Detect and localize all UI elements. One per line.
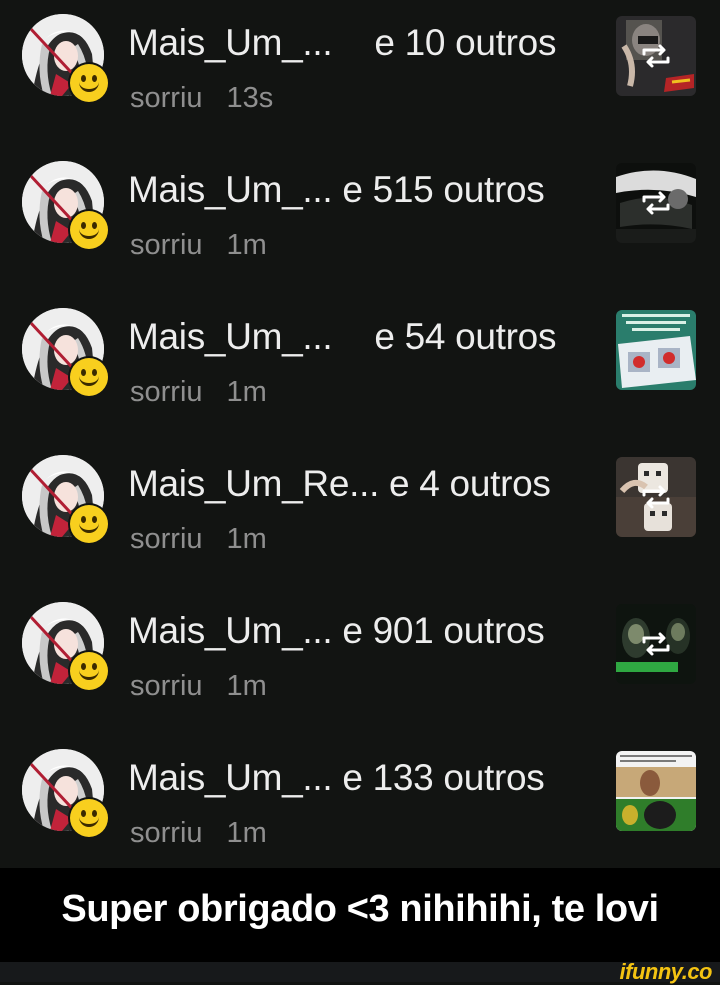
smile-emoji-icon bbox=[70, 652, 108, 690]
notification-meta: sorriu 1m bbox=[130, 670, 267, 703]
notification-meta: sorriu 1m bbox=[130, 376, 267, 409]
timestamp: 1m bbox=[226, 817, 267, 849]
repost-icon bbox=[642, 632, 670, 656]
notification-row[interactable]: Mais_Um_... e 133 outros sorriu 1m bbox=[0, 735, 720, 881]
others-count[interactable]: e 133 outros bbox=[342, 757, 544, 798]
notification-row[interactable]: Mais_Um_... e 10 outros sorriu 13s bbox=[0, 0, 720, 146]
notification-row[interactable]: Mais_Um_... e 515 outros sorriu 1m bbox=[0, 147, 720, 293]
user-name[interactable]: Mais_Um_... bbox=[128, 757, 333, 798]
timestamp: 1m bbox=[226, 376, 267, 408]
notification-row[interactable]: Mais_Um_... e 901 outros sorriu 1m bbox=[0, 588, 720, 734]
post-thumbnail[interactable] bbox=[616, 751, 696, 831]
user-name[interactable]: Mais_Um_... bbox=[128, 169, 333, 210]
timestamp: 1m bbox=[226, 670, 267, 702]
action-label: sorriu bbox=[130, 670, 203, 702]
action-label: sorriu bbox=[130, 82, 203, 114]
notification-headline: Mais_Um_... e 54 outros bbox=[128, 316, 598, 358]
notification-meta: sorriu 1m bbox=[130, 523, 267, 556]
notification-headline: Mais_Um_... e 901 outros bbox=[128, 610, 598, 652]
others-count[interactable]: e 10 outros bbox=[374, 22, 556, 63]
notification-headline: Mais_Um_... e 515 outros bbox=[128, 169, 598, 211]
others-count[interactable]: e 4 outros bbox=[389, 463, 551, 504]
notification-headline: Mais_Um_Re... e 4 outros bbox=[128, 463, 598, 505]
notification-meta: sorriu 1m bbox=[130, 229, 267, 262]
post-thumbnail[interactable] bbox=[616, 310, 696, 390]
notification-headline: Mais_Um_... e 10 outros bbox=[128, 22, 598, 64]
post-thumbnail[interactable] bbox=[616, 457, 696, 537]
notification-row[interactable]: Mais_Um_Re... e 4 outros sorriu 1m bbox=[0, 441, 720, 587]
timestamp: 1m bbox=[226, 523, 267, 555]
notification-feed: Mais_Um_... e 10 outros sorriu 13s Mais_… bbox=[0, 0, 720, 868]
action-label: sorriu bbox=[130, 817, 203, 849]
post-thumbnail[interactable] bbox=[616, 163, 696, 243]
smile-emoji-icon bbox=[70, 505, 108, 543]
timestamp: 1m bbox=[226, 229, 267, 261]
notification-meta: sorriu 13s bbox=[130, 82, 273, 115]
footer-bar: ifunny.co bbox=[0, 959, 720, 984]
others-count[interactable]: e 515 outros bbox=[342, 169, 544, 210]
others-count[interactable]: e 54 outros bbox=[374, 316, 556, 357]
user-name[interactable]: Mais_Um_Re... bbox=[128, 463, 379, 504]
smile-emoji-icon bbox=[70, 211, 108, 249]
timestamp: 13s bbox=[226, 82, 274, 114]
repost-icon bbox=[642, 44, 670, 68]
smile-emoji-icon bbox=[70, 358, 108, 396]
post-thumbnail[interactable] bbox=[616, 604, 696, 684]
action-label: sorriu bbox=[130, 523, 203, 555]
smile-emoji-icon bbox=[70, 799, 108, 837]
ifunny-watermark: ifunny.co bbox=[619, 959, 713, 984]
repost-icon bbox=[642, 191, 670, 215]
user-name[interactable]: Mais_Um_... bbox=[128, 316, 333, 357]
user-name[interactable]: Mais_Um_... bbox=[128, 22, 333, 63]
caption-bar: Super obrigado <3 nihihihi, te lovi bbox=[0, 868, 720, 962]
smile-emoji-icon bbox=[70, 64, 108, 102]
user-name[interactable]: Mais_Um_... bbox=[128, 610, 333, 651]
notification-headline: Mais_Um_... e 133 outros bbox=[128, 757, 598, 799]
meme-caption: Super obrigado <3 nihihihi, te lovi bbox=[61, 888, 659, 930]
notification-row[interactable]: Mais_Um_... e 54 outros sorriu 1m bbox=[0, 294, 720, 440]
others-count[interactable]: e 901 outros bbox=[342, 610, 544, 651]
action-label: sorriu bbox=[130, 376, 203, 408]
repost-icon bbox=[642, 485, 670, 509]
post-thumbnail[interactable] bbox=[616, 16, 696, 96]
notification-meta: sorriu 1m bbox=[130, 817, 267, 850]
action-label: sorriu bbox=[130, 229, 203, 261]
